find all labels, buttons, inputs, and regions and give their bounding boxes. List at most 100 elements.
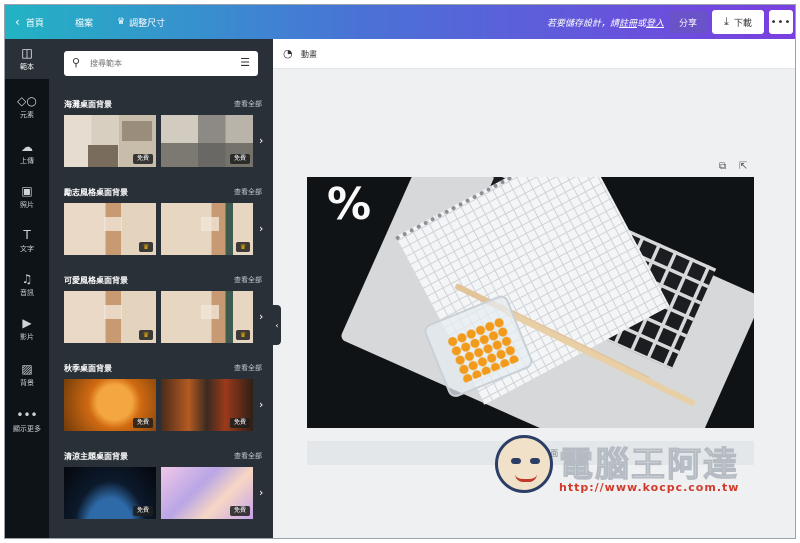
template-thumbnail[interactable]: ♛ <box>161 291 253 343</box>
duplicate-page-icon[interactable]: ⧉ <box>719 161 726 172</box>
category-header: 清涼主題桌面背景 查看全部 <box>64 451 262 463</box>
template-panel: ⚲ ☰ 海灘桌面背景 查看全部 免費 免費 › 勵志風格桌面背景 查看全部 ♛ <box>49 39 273 538</box>
video-icon: ▶ <box>22 316 32 330</box>
animate-button[interactable]: 動畫 <box>301 49 317 60</box>
more-icon: ••• <box>16 408 38 422</box>
animate-icon[interactable]: ◔ <box>283 47 293 60</box>
editor-toolbar: ◔ 動畫 <box>273 39 795 69</box>
calculator-keys <box>446 316 520 384</box>
nav-item-text[interactable]: T 文字 <box>5 221 49 261</box>
crown-icon: ♛ <box>236 330 250 340</box>
filter-icon[interactable]: ☰ <box>240 56 250 69</box>
share-button[interactable]: 分享 <box>669 11 707 33</box>
chevron-right-icon[interactable]: › <box>259 134 269 148</box>
more-button[interactable]: ••• <box>769 10 793 34</box>
nav-item-background[interactable]: ▨ 背景 <box>5 355 49 395</box>
photo-icon: ▣ <box>21 184 33 198</box>
nav-item-upload[interactable]: ☁ 上傳 <box>5 133 49 173</box>
template-thumbnail[interactable]: 免費 <box>161 467 253 519</box>
percent-object: % <box>327 179 372 230</box>
chevron-right-icon[interactable]: › <box>259 310 269 324</box>
search-box[interactable]: ⚲ ☰ <box>64 51 258 76</box>
category-title: 可愛風格桌面背景 <box>64 276 128 285</box>
category-title: 勵志風格桌面背景 <box>64 188 128 197</box>
nav-label: 顯示更多 <box>13 425 41 433</box>
template-thumbnail[interactable]: 免費 <box>64 115 156 167</box>
resize-label: 調整尺寸 <box>129 18 166 29</box>
chevron-right-icon[interactable]: › <box>259 398 269 412</box>
nav-label: 範本 <box>20 63 34 71</box>
search-input[interactable] <box>90 55 230 72</box>
thumb-shape <box>104 305 122 319</box>
file-menu[interactable]: 檔案 <box>75 5 93 39</box>
see-all-link[interactable]: 查看全部 <box>234 275 262 285</box>
template-thumbnail[interactable]: ♛ <box>64 291 156 343</box>
app-window: ‹ 首頁 檔案 ♛ 調整尺寸 若要儲存設計，請 註冊 或 登入 分享 ⤓ 下載 … <box>4 4 796 539</box>
thumb-shape <box>104 217 122 231</box>
watermark: 電腦王阿達 http://www.kocpc.com.tw <box>495 435 765 503</box>
template-thumbnail[interactable]: 免費 <box>64 379 156 431</box>
text-icon: T <box>23 228 31 242</box>
mascot-eye <box>511 458 521 464</box>
save-hint: 若要儲存設計，請 註冊 或 登入 <box>547 5 664 39</box>
thumb-shape <box>122 121 152 141</box>
chevron-right-icon[interactable]: › <box>259 486 269 500</box>
see-all-link[interactable]: 查看全部 <box>234 99 262 109</box>
share-page-icon[interactable]: ⇱ <box>739 161 747 172</box>
template-thumbnail[interactable]: 免費 <box>161 115 253 167</box>
nav-item-more[interactable]: ••• 顯示更多 <box>5 401 49 441</box>
nav-item-photos[interactable]: ▣ 照片 <box>5 177 49 217</box>
nav-item-templates[interactable]: ◫ 範本 <box>5 39 49 79</box>
save-hint-or: 或 <box>637 18 647 29</box>
mascot-mouth <box>515 474 537 482</box>
free-badge: 免費 <box>229 154 250 164</box>
home-label: 首頁 <box>25 18 44 29</box>
resize-menu[interactable]: ♛ 調整尺寸 <box>117 5 165 39</box>
category-title: 清涼主題桌面背景 <box>64 452 128 461</box>
template-thumbnail[interactable]: 免費 <box>161 379 253 431</box>
collapse-panel-handle[interactable]: ‹ <box>273 305 281 345</box>
mascot-eye <box>530 458 540 464</box>
free-badge: 免費 <box>132 506 153 516</box>
left-nav: ◫ 範本 ◇○ 元素 ☁ 上傳 ▣ 照片 T 文字 ♫ 音訊 ▶ 影片 ▨ 背景 <box>5 39 49 538</box>
watermark-url: http://www.kocpc.com.tw <box>559 481 740 494</box>
see-all-link[interactable]: 查看全部 <box>234 451 262 461</box>
design-photo[interactable]: % <box>307 177 754 428</box>
category-header: 海灘桌面背景 查看全部 <box>64 99 262 111</box>
download-label: 下載 <box>733 18 752 29</box>
see-all-link[interactable]: 查看全部 <box>234 363 262 373</box>
watermark-brand: 電腦王阿達 <box>559 445 739 486</box>
template-thumbnail[interactable]: ♛ <box>161 203 253 255</box>
nav-item-video[interactable]: ▶ 影片 <box>5 309 49 349</box>
upload-icon: ☁ <box>21 140 33 154</box>
background-icon: ▨ <box>21 362 33 376</box>
category-header: 勵志風格桌面背景 查看全部 <box>64 187 262 199</box>
thumb-shape <box>201 217 219 231</box>
category-title: 海灘桌面背景 <box>64 100 112 109</box>
nav-label: 音訊 <box>20 289 34 297</box>
category-header: 可愛風格桌面背景 查看全部 <box>64 275 262 287</box>
nav-label: 背景 <box>20 379 34 387</box>
login-link[interactable]: 登入 <box>646 16 664 29</box>
see-all-link[interactable]: 查看全部 <box>234 187 262 197</box>
signup-link[interactable]: 註冊 <box>619 16 637 29</box>
nav-item-audio[interactable]: ♫ 音訊 <box>5 265 49 305</box>
chevron-left-icon: ‹ <box>15 15 20 29</box>
nav-label: 元素 <box>20 111 34 119</box>
template-thumbnail[interactable]: ♛ <box>64 203 156 255</box>
top-bar: ‹ 首頁 檔案 ♛ 調整尺寸 若要儲存設計，請 註冊 或 登入 分享 ⤓ 下載 … <box>5 5 795 39</box>
home-link[interactable]: ‹ 首頁 <box>15 5 44 39</box>
thumb-shape <box>88 145 118 167</box>
category-title: 秋季桌面背景 <box>64 364 112 373</box>
nav-label: 照片 <box>20 201 34 209</box>
nav-label: 影片 <box>20 333 34 341</box>
download-button[interactable]: ⤓ 下載 <box>712 10 764 34</box>
template-icon: ◫ <box>21 46 33 60</box>
free-badge: 免費 <box>229 418 250 428</box>
nav-item-elements[interactable]: ◇○ 元素 <box>5 87 49 127</box>
nav-label: 上傳 <box>20 157 34 165</box>
chevron-right-icon[interactable]: › <box>259 222 269 236</box>
resize-icon: ♛ <box>117 17 126 27</box>
template-thumbnail[interactable]: 免費 <box>64 467 156 519</box>
crown-icon: ♛ <box>236 242 250 252</box>
